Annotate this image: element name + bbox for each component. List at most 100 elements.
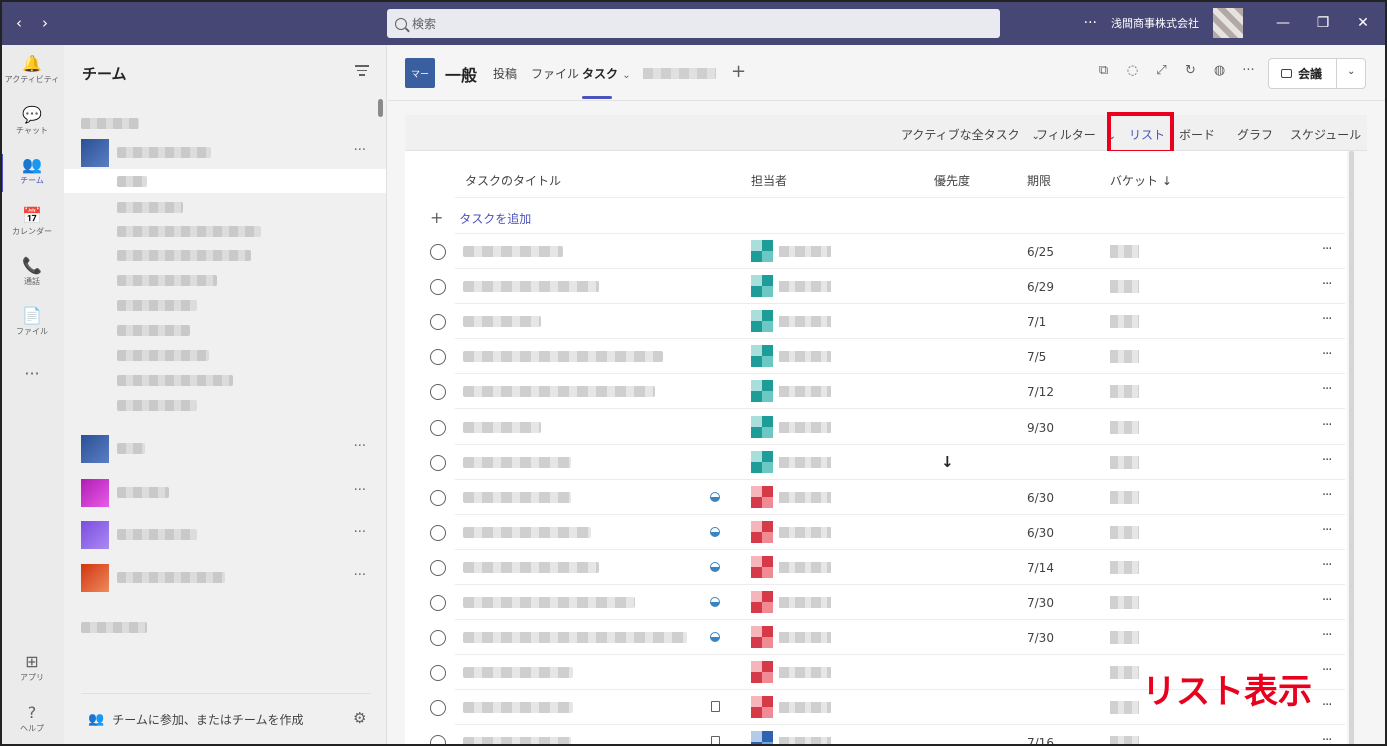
more-options-icon[interactable]: ···: [1084, 15, 1097, 31]
channel-item[interactable]: [117, 375, 233, 386]
view-schedule-button[interactable]: スケジュール: [1290, 126, 1361, 143]
table-row[interactable]: 7/14 ···: [405, 550, 1347, 585]
complete-task-checkbox[interactable]: [430, 244, 446, 260]
rail-calendar[interactable]: 📅 カレンダー: [0, 207, 64, 237]
table-row[interactable]: 7/30 ···: [405, 620, 1347, 656]
join-or-create-team-button[interactable]: 👥 チームに参加、またはチームを作成: [88, 711, 303, 728]
task-title-blurred[interactable]: [463, 246, 563, 257]
rail-more[interactable]: ···: [0, 365, 64, 383]
row-more-icon[interactable]: ···: [1322, 628, 1332, 643]
task-title-blurred[interactable]: [463, 316, 541, 328]
table-row[interactable]: 6/29 ···: [405, 269, 1347, 305]
complete-task-checkbox[interactable]: [430, 524, 446, 541]
tab-posts[interactable]: 投稿: [493, 65, 517, 82]
view-chart-button[interactable]: グラフ: [1237, 126, 1273, 143]
more-icon[interactable]: ···: [1239, 63, 1258, 78]
tab-tasks[interactable]: タスク ⌄: [582, 65, 631, 82]
col-priority[interactable]: 優先度: [934, 172, 970, 189]
channel-item[interactable]: [117, 350, 209, 361]
rail-chat[interactable]: 💬 チャット: [0, 106, 64, 136]
team-more-icon[interactable]: ···: [354, 568, 366, 583]
team-item[interactable]: ···: [81, 564, 371, 592]
refresh-icon[interactable]: ↻: [1181, 63, 1200, 78]
team-item[interactable]: ···: [81, 521, 371, 549]
complete-task-checkbox[interactable]: [430, 419, 446, 436]
complete-task-checkbox[interactable]: [430, 384, 446, 401]
table-row[interactable]: 7/12 ···: [405, 374, 1347, 410]
complete-task-checkbox[interactable]: [430, 630, 446, 647]
task-title-blurred[interactable]: [463, 632, 687, 644]
team-more-icon[interactable]: ···: [354, 483, 366, 498]
gear-icon[interactable]: ⚙: [353, 709, 366, 727]
channel-item[interactable]: [117, 325, 190, 336]
task-title-blurred[interactable]: [463, 386, 655, 398]
rail-files[interactable]: 📄 ファイル: [0, 307, 64, 337]
row-more-icon[interactable]: ···: [1322, 312, 1332, 327]
row-more-icon[interactable]: ···: [1322, 663, 1332, 678]
tab-blurred[interactable]: [643, 68, 716, 79]
globe-icon[interactable]: ◍: [1210, 63, 1229, 78]
expand-icon[interactable]: ⤢: [1152, 63, 1171, 78]
table-row[interactable]: 7/5 ···: [405, 339, 1347, 375]
channel-item[interactable]: [117, 226, 261, 237]
rail-calls[interactable]: 📞 通話: [0, 257, 64, 287]
scrollbar[interactable]: [378, 99, 383, 117]
active-tasks-dropdown[interactable]: アクティブな全タスク ⌄: [901, 126, 1040, 143]
team-item[interactable]: ···: [81, 479, 371, 507]
rail-apps[interactable]: ⊞ アプリ: [0, 653, 64, 683]
complete-task-checkbox[interactable]: [430, 489, 446, 506]
task-title-blurred[interactable]: [463, 667, 573, 679]
channel-item[interactable]: [117, 400, 197, 411]
user-avatar[interactable]: [1213, 7, 1243, 38]
row-more-icon[interactable]: ···: [1322, 733, 1332, 746]
complete-task-checkbox[interactable]: [430, 700, 446, 717]
scrollbar[interactable]: [1349, 151, 1354, 746]
task-title-blurred[interactable]: [463, 421, 541, 433]
channel-item[interactable]: [117, 202, 183, 213]
close-icon[interactable]: ✕: [1343, 15, 1383, 31]
row-more-icon[interactable]: ···: [1322, 523, 1332, 538]
row-more-icon[interactable]: ···: [1322, 453, 1332, 468]
row-more-icon[interactable]: ···: [1322, 488, 1332, 503]
filter-dropdown[interactable]: フィルター ⌄: [1036, 126, 1116, 143]
table-row[interactable]: 6/25 ···: [405, 234, 1347, 269]
complete-task-checkbox[interactable]: [430, 735, 446, 746]
task-title-blurred[interactable]: [463, 456, 571, 468]
row-more-icon[interactable]: ···: [1322, 698, 1332, 713]
minimize-icon[interactable]: —: [1263, 15, 1303, 31]
table-row[interactable]: 7/1 ···: [405, 304, 1347, 340]
table-row[interactable]: 7/30 ···: [405, 585, 1347, 620]
chevron-down-icon[interactable]: ⌄: [1347, 66, 1355, 77]
table-row[interactable]: 6/30 ···: [405, 515, 1347, 550]
row-more-icon[interactable]: ···: [1322, 347, 1332, 362]
rail-teams[interactable]: 👥 チーム: [0, 154, 64, 192]
rail-help[interactable]: ? ヘルプ: [0, 704, 64, 734]
row-more-icon[interactable]: ···: [1322, 418, 1332, 433]
forward-arrow-icon[interactable]: ›: [32, 14, 58, 32]
tab-files[interactable]: ファイル: [531, 65, 579, 82]
col-due[interactable]: 期限: [1027, 172, 1051, 189]
task-title-blurred[interactable]: [463, 597, 635, 608]
add-tab-icon[interactable]: +: [731, 61, 746, 82]
task-title-blurred[interactable]: [463, 737, 571, 746]
row-more-icon[interactable]: ···: [1322, 593, 1332, 608]
task-title-blurred[interactable]: [463, 561, 599, 573]
table-row[interactable]: ↓ ···: [405, 445, 1347, 480]
team-item[interactable]: ···: [81, 139, 371, 167]
team-more-icon[interactable]: ···: [354, 525, 366, 540]
channel-item[interactable]: [117, 250, 251, 261]
complete-task-checkbox[interactable]: [430, 454, 446, 471]
complete-task-checkbox[interactable]: [430, 595, 446, 611]
complete-task-checkbox[interactable]: [430, 559, 446, 576]
team-more-icon[interactable]: ···: [354, 439, 366, 454]
table-row[interactable]: 6/30 ···: [405, 480, 1347, 515]
channel-item[interactable]: [117, 300, 197, 311]
conversation-icon[interactable]: ◌: [1123, 63, 1142, 78]
back-arrow-icon[interactable]: ‹: [6, 14, 32, 32]
team-more-icon[interactable]: ···: [354, 143, 366, 158]
task-title-blurred[interactable]: [463, 351, 663, 363]
col-bucket[interactable]: バケット ↓: [1110, 172, 1172, 189]
task-title-blurred[interactable]: [463, 491, 571, 503]
table-row[interactable]: 7/16 ···: [405, 725, 1347, 746]
search-input[interactable]: 検索: [387, 9, 1000, 38]
